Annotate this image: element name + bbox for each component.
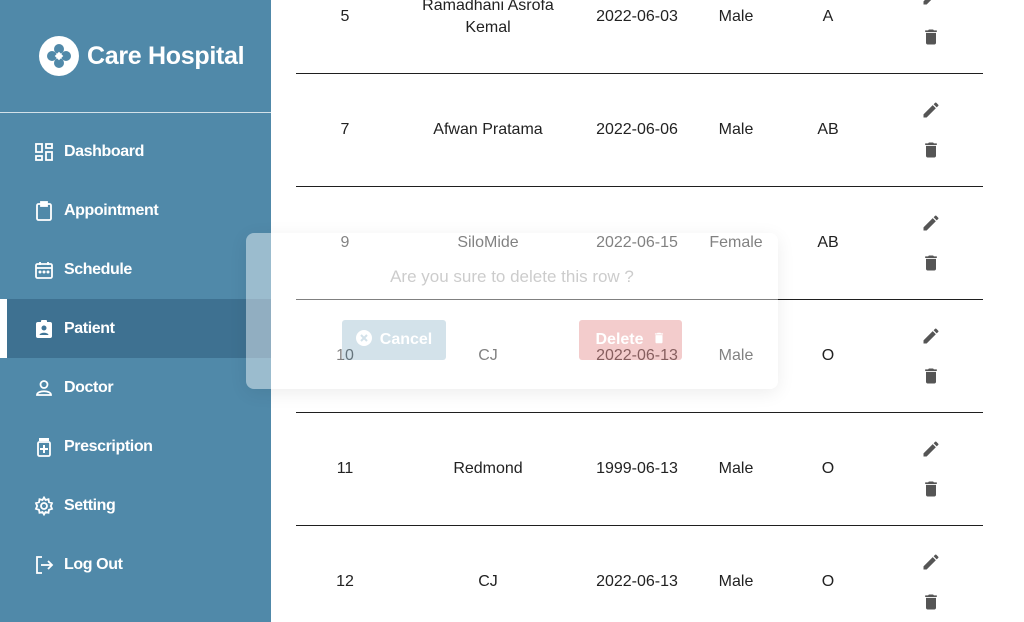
sidebar-item-label: Dashboard [64, 142, 144, 160]
patient-blood-type: O [821, 573, 835, 590]
edit-icon[interactable] [920, 0, 942, 8]
table-row: 7 Afwan Pratama 2022-06-06 Male AB [296, 74, 983, 187]
patient-blood-type: O [821, 460, 835, 477]
row-actions [911, 526, 951, 622]
sidebar-item-doctor[interactable]: Doctor [0, 358, 271, 417]
sidebar-item-logout[interactable]: Log Out [0, 535, 271, 594]
edit-icon[interactable] [920, 551, 942, 573]
sidebar: Care Hospital Dashboard Appointment Sche… [0, 0, 271, 622]
patient-name: Ramadhani Asrofa Kemal [422, 0, 554, 36]
patient-birth-date: 1999-06-13 [596, 460, 678, 477]
row-actions [911, 187, 951, 299]
edit-icon[interactable] [920, 438, 942, 460]
patient-id: 7 [340, 121, 350, 138]
table-row: 12 CJ 2022-06-13 Male O [296, 526, 983, 622]
row-actions [911, 0, 951, 73]
sidebar-item-prescription[interactable]: Prescription [0, 417, 271, 476]
sidebar-item-label: Doctor [64, 378, 114, 396]
dashboard-icon [34, 142, 54, 162]
sidebar-item-setting[interactable]: Setting [0, 476, 271, 535]
trash-icon[interactable] [920, 365, 942, 387]
close-circle-icon [355, 329, 372, 351]
cancel-button[interactable]: Cancel [342, 320, 446, 360]
sidebar-item-label: Schedule [64, 260, 132, 278]
patient-blood-type: A [822, 8, 834, 25]
patient-birth-date: 2022-06-03 [596, 8, 678, 25]
table-row: 5 Ramadhani Asrofa Kemal 2022-06-03 Male… [296, 0, 983, 74]
patient-gender: Male [718, 573, 754, 590]
sidebar-item-label: Patient [64, 319, 115, 337]
patient-id: 11 [336, 460, 354, 477]
sidebar-item-dashboard[interactable]: Dashboard [0, 122, 271, 181]
table-row: 11 Redmond 1999-06-13 Male O [296, 413, 983, 526]
trash-icon[interactable] [920, 26, 942, 48]
trash-icon[interactable] [920, 252, 942, 274]
sidebar-item-patient[interactable]: Patient [0, 299, 271, 358]
patient-birth-date: 2022-06-06 [596, 121, 678, 138]
clipboard-icon [34, 200, 54, 221]
patient-birth-date: 2022-06-13 [596, 573, 678, 590]
sidebar-item-appointment[interactable]: Appointment [0, 181, 271, 240]
gear-icon [34, 495, 54, 516]
user-icon [34, 378, 54, 398]
row-actions [911, 74, 951, 186]
patient-blood-type: AB [817, 121, 839, 138]
patient-name: Afwan Pratama [433, 121, 543, 138]
cancel-label: Cancel [379, 331, 433, 348]
logout-icon [34, 555, 54, 575]
trash-icon[interactable] [920, 139, 942, 161]
trash-icon [652, 330, 666, 351]
patient-id: 5 [340, 8, 350, 25]
edit-icon[interactable] [920, 212, 942, 234]
patient-gender: Male [718, 460, 754, 477]
calendar-icon [34, 260, 54, 280]
row-actions [911, 413, 951, 525]
patient-gender: Male [718, 8, 754, 25]
edit-icon[interactable] [920, 325, 942, 347]
dialog-message: Are you sure to delete this row ? [390, 267, 634, 286]
hospital-logo-icon [39, 36, 79, 76]
row-actions [911, 300, 951, 412]
trash-icon[interactable] [920, 591, 942, 613]
delete-label: Delete [595, 331, 644, 348]
patient-id: 12 [336, 573, 354, 590]
patient-blood-type: O [821, 347, 835, 364]
delete-button[interactable]: Delete [579, 320, 682, 360]
patient-badge-icon [34, 319, 54, 339]
patient-name: CJ [478, 573, 498, 590]
sidebar-item-schedule[interactable]: Schedule [0, 240, 271, 299]
trash-icon[interactable] [920, 478, 942, 500]
sidebar-item-label: Setting [64, 496, 116, 514]
sidebar-divider [0, 112, 271, 113]
delete-confirm-dialog: Are you sure to delete this row ? Cancel… [246, 233, 778, 389]
edit-icon[interactable] [920, 99, 942, 121]
patient-gender: Male [718, 121, 754, 138]
sidebar-item-label: Appointment [64, 201, 159, 219]
patient-blood-type: AB [817, 234, 839, 251]
brand[interactable]: Care Hospital [39, 36, 245, 76]
brand-title: Care Hospital [87, 41, 245, 70]
medicine-icon [34, 437, 54, 457]
patient-name: Redmond [453, 460, 523, 477]
sidebar-item-label: Log Out [64, 555, 123, 573]
sidebar-item-label: Prescription [64, 437, 153, 455]
